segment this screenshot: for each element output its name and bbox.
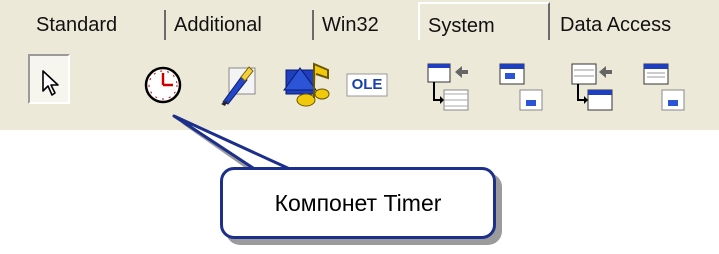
component-palette-screenshot: Standard Additional Win32 System Data Ac… [0,0,719,254]
timer-callout: Компонет Timer [220,167,496,239]
callout-text: Компонет Timer [274,190,442,216]
